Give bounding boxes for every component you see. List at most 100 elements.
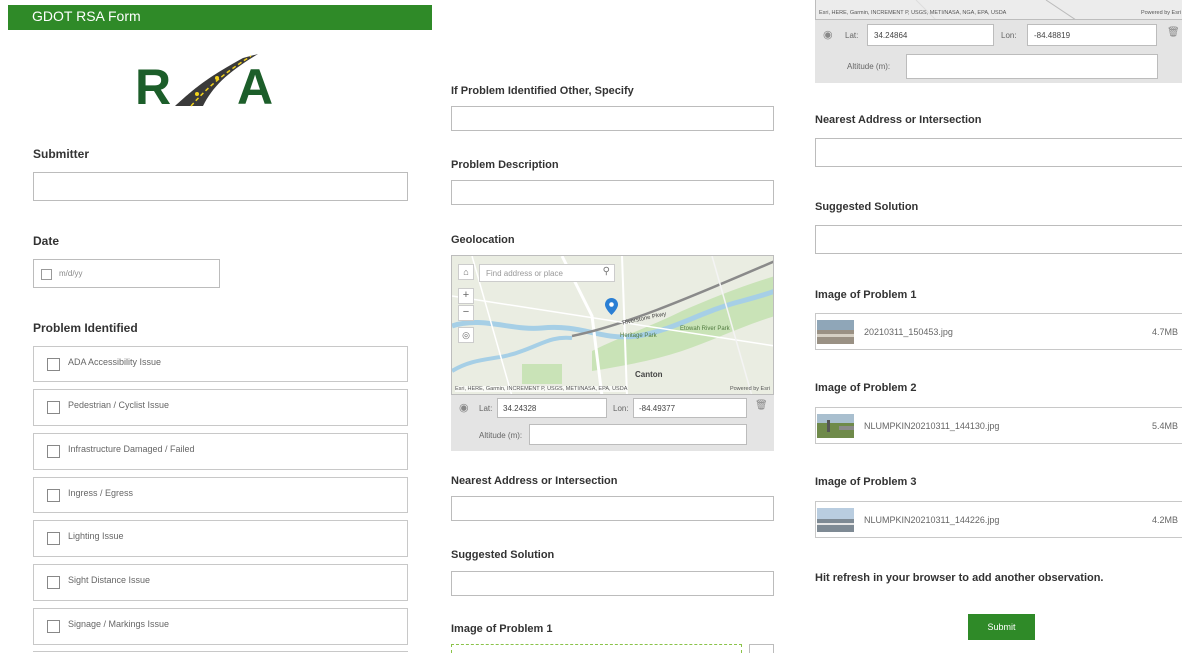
gps-icon[interactable]: ◉ <box>823 28 833 41</box>
nearest-address-input[interactable] <box>451 496 774 521</box>
map-attribution: Esri, HERE, Garmin, INCREMENT P, USGS, M… <box>819 10 1007 16</box>
lon-value: -84.49377 <box>639 404 676 413</box>
lon-label: Lon: <box>613 404 629 413</box>
location-pin-icon[interactable] <box>605 298 618 315</box>
checkbox[interactable] <box>47 489 60 502</box>
image-file-row[interactable]: NLUMPKIN20210311_144226.jpg 4.2MB <box>815 501 1182 538</box>
image-file-row[interactable]: 20210311_150453.jpg 4.7MB <box>815 313 1182 350</box>
file-size: 4.2MB <box>1151 515 1178 525</box>
map-search-placeholder: Find address or place <box>486 269 563 278</box>
suggested-solution-label: Suggested Solution <box>815 201 919 213</box>
submitter-input[interactable] <box>33 172 408 201</box>
rsa-logo: R A <box>133 50 311 115</box>
suggested-solution-input[interactable] <box>451 571 774 596</box>
lat-value: 34.24328 <box>503 404 537 413</box>
lon-label: Lon: <box>1001 31 1017 40</box>
nearest-address-label: Nearest Address or Intersection <box>451 475 618 487</box>
option-infrastructure[interactable]: Infrastructure Damaged / Failed <box>33 433 408 470</box>
option-label: ADA Accessibility Issue <box>68 357 162 367</box>
date-placeholder: m/d/yy <box>59 269 83 278</box>
file-size: 4.7MB <box>1151 327 1178 337</box>
lat-label: Lat: <box>479 404 493 413</box>
image-problem-1-label: Image of Problem 1 <box>451 623 553 635</box>
map-attribution: Esri, HERE, Garmin, INCREMENT P, USGS, M… <box>455 386 628 392</box>
image-problem-2-label: Image of Problem 2 <box>815 382 917 394</box>
lat-value: 34.24864 <box>874 31 908 40</box>
option-label: Infrastructure Damaged / Failed <box>68 444 195 454</box>
map-label-park: Etowah River Park <box>680 326 730 332</box>
gps-icon[interactable]: ◉ <box>459 401 469 414</box>
suggested-solution-label: Suggested Solution <box>451 549 555 561</box>
lon-input[interactable]: -84.49377 <box>633 398 747 418</box>
checkbox[interactable] <box>47 576 60 589</box>
home-icon[interactable]: ⌂ <box>458 264 474 280</box>
altitude-label: Altitude (m): <box>847 62 891 71</box>
image-problem-3-label: Image of Problem 3 <box>815 476 917 488</box>
image-thumbnail <box>817 508 854 532</box>
checkbox[interactable] <box>47 445 60 458</box>
option-label: Ingress / Egress <box>68 488 134 498</box>
option-label: Pedestrian / Cyclist Issue <box>68 400 170 410</box>
trash-icon[interactable]: 🗑 <box>755 400 768 411</box>
geolocation-label: Geolocation <box>451 234 515 246</box>
submit-button[interactable]: Submit <box>968 614 1035 640</box>
nearest-address-label: Nearest Address or Intersection <box>815 114 982 126</box>
problem-description-label: Problem Description <box>451 159 559 171</box>
lat-input[interactable]: 34.24864 <box>867 24 994 46</box>
map-search-input[interactable]: Find address or place ⚲ <box>479 264 615 282</box>
option-label: Signage / Markings Issue <box>68 619 170 629</box>
option-label: Lighting Issue <box>68 531 124 541</box>
map-view[interactable]: Esri, HERE, Garmin, INCREMENT P, USGS, M… <box>815 0 1182 20</box>
option-label: Sight Distance Issue <box>68 575 151 585</box>
altitude-input[interactable] <box>529 424 747 445</box>
image-thumbnail <box>817 320 854 344</box>
option-signage[interactable]: Signage / Markings Issue <box>33 608 408 645</box>
date-input[interactable]: m/d/yy <box>33 259 220 288</box>
option-ingress[interactable]: Ingress / Egress <box>33 477 408 513</box>
other-specify-input[interactable] <box>451 106 774 131</box>
search-icon[interactable]: ⚲ <box>603 266 610 277</box>
image-upload-dropzone[interactable] <box>451 644 742 653</box>
option-lighting[interactable]: Lighting Issue <box>33 520 408 557</box>
image-problem-1-label: Image of Problem 1 <box>815 289 917 301</box>
problem-identified-label: Problem Identified <box>33 321 138 335</box>
refresh-note: Hit refresh in your browser to add anoth… <box>815 572 1104 584</box>
checkbox[interactable] <box>47 620 60 633</box>
altitude-label: Altitude (m): <box>479 431 523 440</box>
map-label-park: Heritage Park <box>620 333 657 339</box>
form-header: GDOT RSA Form <box>8 5 432 30</box>
nearest-address-input[interactable] <box>815 138 1182 167</box>
locate-icon[interactable]: ◎ <box>458 327 474 343</box>
option-sight-distance[interactable]: Sight Distance Issue <box>33 564 408 601</box>
file-name: NLUMPKIN20210311_144130.jpg <box>864 421 1000 431</box>
map-powered-by: Powered by Esri <box>1140 10 1181 16</box>
map-view[interactable]: ⌂ + − ◎ Find address or place ⚲ Heritage… <box>451 255 774 395</box>
checkbox[interactable] <box>47 401 60 414</box>
option-ada[interactable]: ADA Accessibility Issue <box>33 346 408 382</box>
upload-button[interactable] <box>749 644 774 653</box>
problem-description-input[interactable] <box>451 180 774 205</box>
file-name: 20210311_150453.jpg <box>864 327 953 337</box>
image-thumbnail <box>817 414 854 438</box>
date-label: Date <box>33 234 60 248</box>
coordinates-panel: ◉ Lat: 34.24864 Lon: -84.48819 🗑 Altitud… <box>815 20 1182 83</box>
coordinates-panel: ◉ Lat: 34.24328 Lon: -84.49377 🗑 Altitud… <box>451 395 774 451</box>
other-specify-label: If Problem Identified Other, Specify <box>451 85 634 97</box>
checkbox[interactable] <box>47 532 60 545</box>
svg-text:R: R <box>135 59 171 108</box>
lon-input[interactable]: -84.48819 <box>1027 24 1157 46</box>
zoom-in-icon[interactable]: + <box>458 288 474 304</box>
lon-value: -84.48819 <box>1034 31 1071 40</box>
file-size: 5.4MB <box>1151 421 1178 431</box>
zoom-out-icon[interactable]: − <box>458 305 474 321</box>
image-file-row[interactable]: NLUMPKIN20210311_144130.jpg 5.4MB <box>815 407 1182 444</box>
altitude-input[interactable] <box>906 54 1158 79</box>
lat-input[interactable]: 34.24328 <box>497 398 607 418</box>
trash-icon[interactable]: 🗑 <box>1167 27 1180 38</box>
checkbox[interactable] <box>47 358 60 371</box>
map-powered-by: Powered by Esri <box>729 386 770 392</box>
lat-label: Lat: <box>845 31 859 40</box>
file-name: NLUMPKIN20210311_144226.jpg <box>864 515 1000 525</box>
suggested-solution-input[interactable] <box>815 225 1182 254</box>
option-pedestrian[interactable]: Pedestrian / Cyclist Issue <box>33 389 408 426</box>
